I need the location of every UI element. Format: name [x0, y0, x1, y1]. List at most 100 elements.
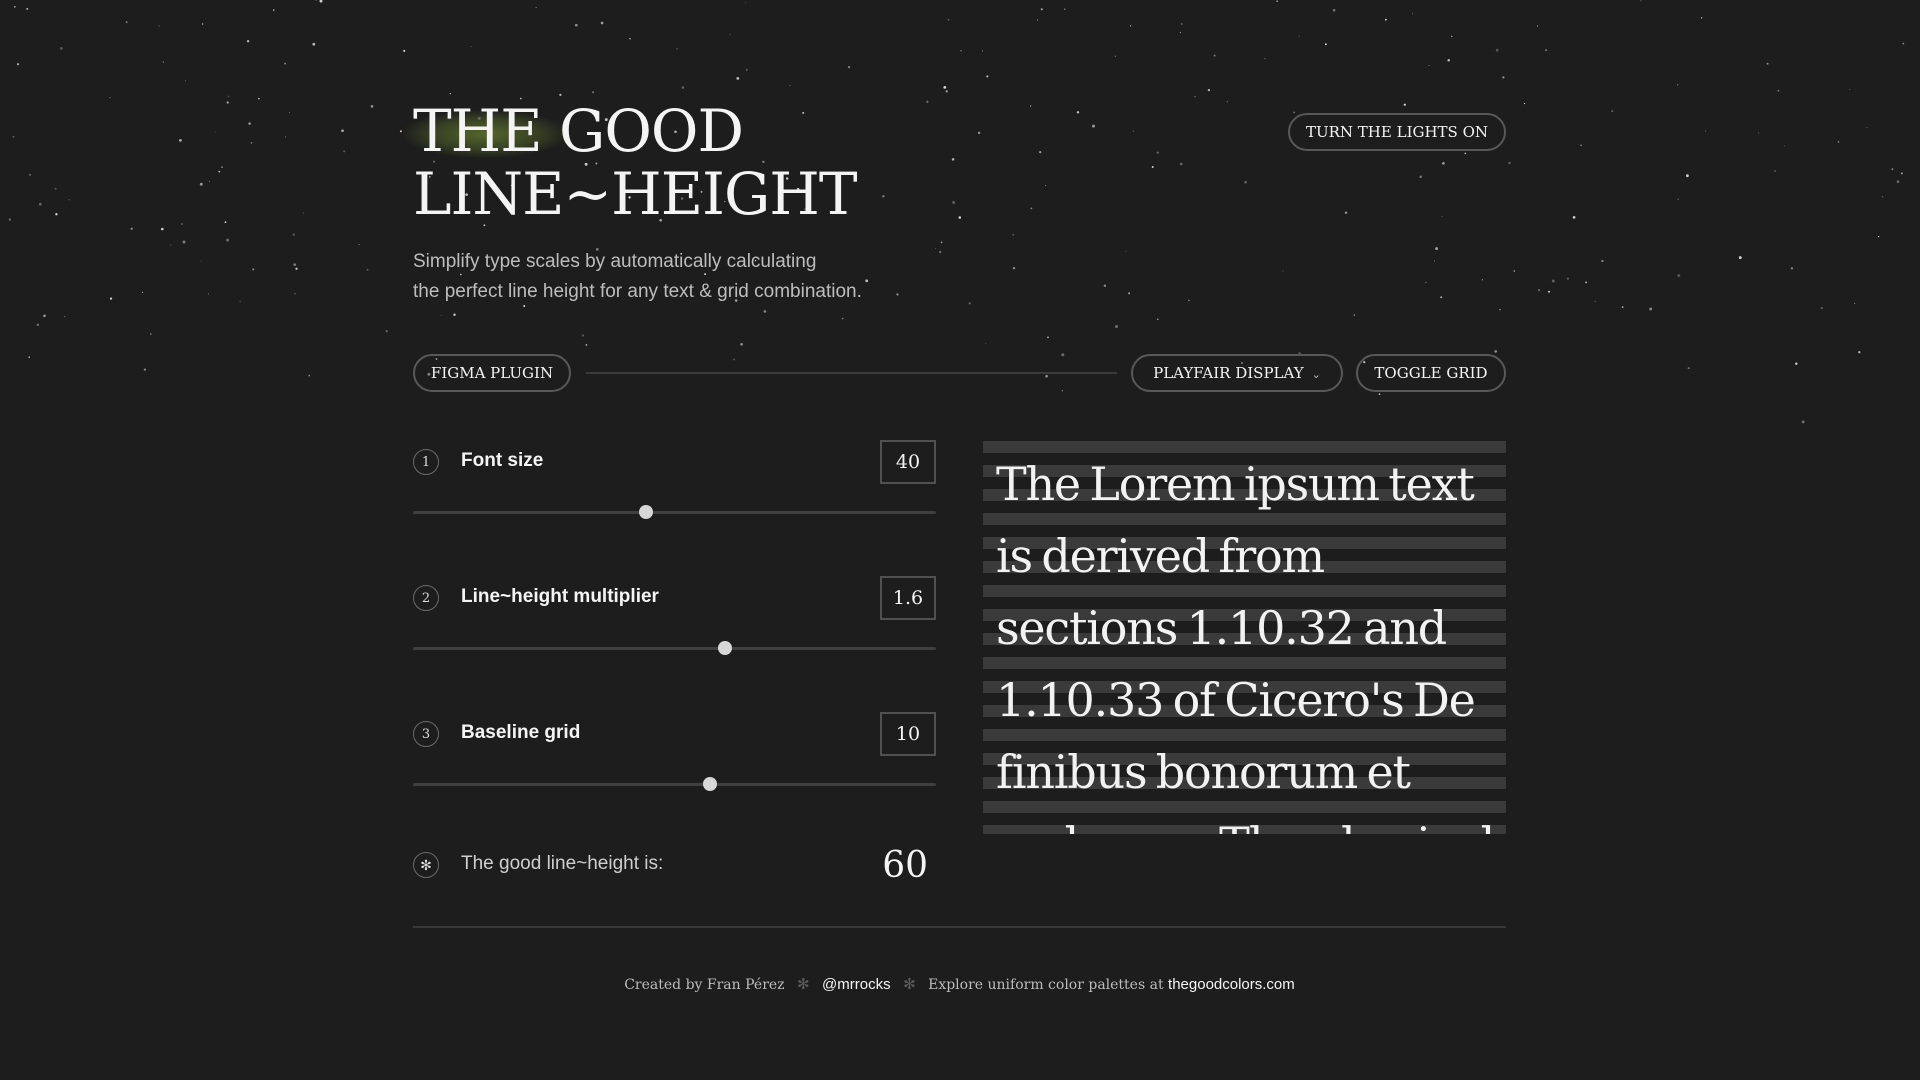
star-dot [312, 42, 316, 46]
star-dot [26, 7, 29, 10]
line-height-multiplier-label: Line~height multiplier [461, 586, 659, 607]
star-dot [315, 0, 317, 1]
star-dot [38, 202, 42, 206]
font-size-slider-track[interactable] [413, 505, 936, 519]
star-dot [1585, 281, 1588, 284]
font-size-control: 1 Font size [413, 440, 936, 560]
baseline-grid-slider-track[interactable] [413, 777, 936, 791]
turn-lights-on-button[interactable]: TURN THE LIGHTS ON [1288, 113, 1506, 151]
toggle-grid-button[interactable]: TOGGLE GRID [1356, 354, 1506, 392]
figma-plugin-button[interactable]: FIGMA PLUGIN [413, 354, 571, 392]
star-dot [207, 293, 209, 295]
star-dot [1854, 302, 1856, 305]
line-height-slider-track[interactable] [413, 641, 936, 655]
star-dot [1738, 256, 1742, 260]
star-dot [1687, 367, 1690, 370]
result-value: 60 [882, 845, 928, 886]
star-dot [1677, 84, 1679, 86]
result-row: ✻ The good line~height is: 60 [413, 845, 936, 886]
star-dot [1611, 110, 1614, 113]
star-dot [162, 61, 164, 63]
star-dot [158, 25, 160, 27]
star-dot [246, 40, 250, 43]
star-dot [273, 9, 275, 11]
star-dot [250, 142, 253, 144]
footer-explore-text: Explore uniform color palettes at [928, 977, 1164, 993]
font-family-select-label: PLAYFAIR DISPLAY [1153, 364, 1304, 382]
footer-divider [413, 926, 1506, 928]
star-dot [1801, 420, 1805, 424]
star-dot [130, 227, 133, 230]
star-dot [294, 292, 296, 295]
star-dot [1523, 102, 1526, 105]
star-dot [1621, 306, 1624, 309]
star-dot [1900, 172, 1903, 175]
star-dot [1877, 235, 1880, 238]
thegoodcolors-link[interactable]: thegoodcolors.com [1168, 976, 1295, 993]
star-dot [1820, 306, 1823, 310]
star-dot [252, 268, 255, 271]
star-dot [370, 105, 374, 108]
step-number-badge: 2 [413, 585, 439, 611]
page-title: THE GOOD LINE~HEIGHT [403, 100, 858, 226]
star-dot [161, 227, 164, 231]
twitter-link[interactable]: @mrrocks [822, 976, 891, 993]
star-dot [55, 213, 58, 216]
star-dot [226, 238, 230, 242]
star-dot [109, 97, 111, 99]
star-dot [68, 199, 70, 201]
star-dot [295, 267, 298, 270]
star-dot [28, 356, 30, 358]
star-dot [1677, 198, 1679, 200]
star-dot [1537, 288, 1541, 292]
star-dot [14, 6, 16, 8]
star-dot [202, 23, 204, 25]
star-dot [1784, 145, 1785, 147]
font-size-input[interactable] [880, 440, 936, 484]
line-height-slider-thumb[interactable] [718, 641, 733, 655]
star-dot [1601, 259, 1604, 263]
star-dot [8, 218, 11, 221]
star-dot [170, 244, 172, 246]
star-dot [1790, 267, 1794, 270]
asterisk-icon: ✻ [413, 852, 439, 878]
star-dot [1685, 174, 1689, 178]
text-preview: The Lorem ipsum text is derived from sec… [983, 441, 1506, 834]
star-dot [224, 221, 227, 223]
baseline-grid-input[interactable] [880, 712, 936, 756]
subtitle-line-2: the perfect line height for any text & g… [413, 281, 862, 302]
star-dot [179, 139, 182, 142]
star-dot [1551, 279, 1555, 283]
star-dot [143, 368, 147, 371]
star-dot [292, 233, 295, 236]
star-dot [1757, 132, 1760, 134]
star-dot [1700, 17, 1703, 19]
toolbar-divider [586, 372, 1117, 374]
subtitle-line-1: Simplify type scales by automatically ca… [413, 251, 817, 272]
star-dot [1896, 180, 1900, 184]
star-dot [1837, 141, 1840, 143]
star-dot [12, 135, 15, 138]
line-height-multiplier-input[interactable] [880, 576, 936, 620]
font-family-select[interactable]: PLAYFAIR DISPLAY ⌄ [1131, 354, 1343, 392]
star-dot [308, 374, 311, 377]
title-line-1: THE GOOD [403, 100, 857, 163]
asterisk-icon: ✻ [797, 975, 810, 993]
star-dot [1640, 0, 1642, 2]
star-dot [59, 47, 63, 50]
star-dot [1677, 274, 1681, 278]
star-dot [1882, 196, 1884, 198]
star-dot [54, 187, 57, 190]
star-dot [214, 131, 216, 133]
star-dot [226, 101, 229, 104]
star-dot [1704, 130, 1707, 132]
font-size-slider-thumb[interactable] [638, 505, 653, 519]
star-dot [284, 62, 287, 65]
star-dot [208, 181, 210, 183]
star-dot [1536, 25, 1539, 27]
star-dot [182, 240, 186, 244]
star-dot [1566, 277, 1569, 280]
star-dot [319, 0, 323, 3]
star-dot [64, 315, 66, 318]
baseline-grid-slider-thumb[interactable] [703, 777, 718, 791]
